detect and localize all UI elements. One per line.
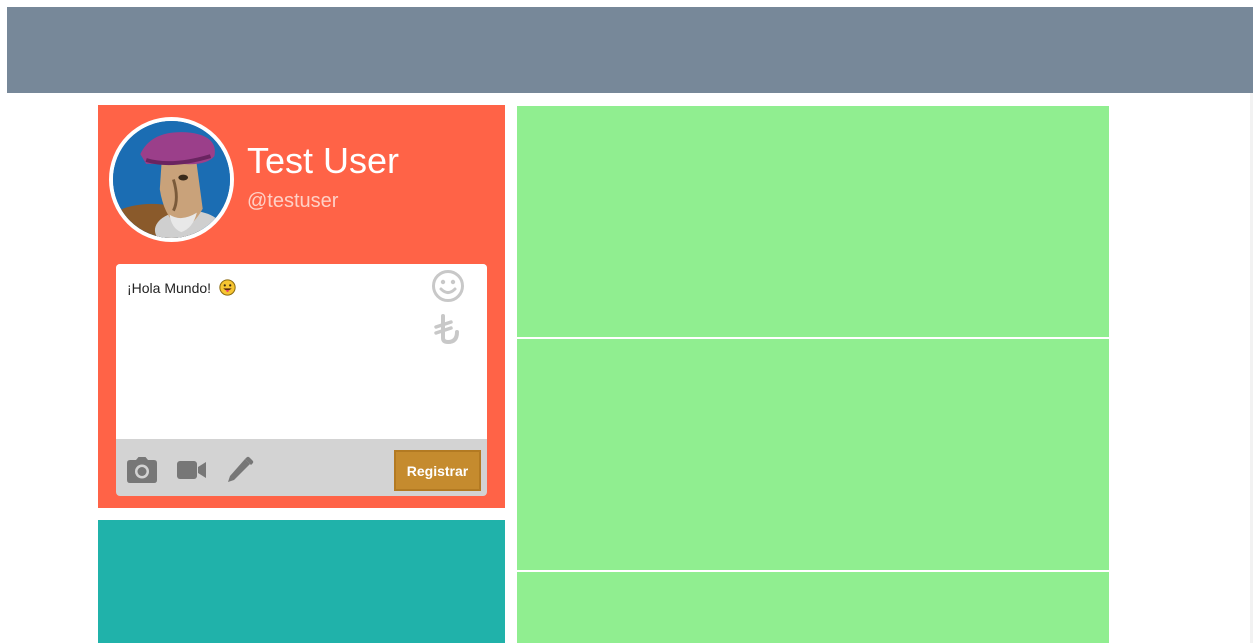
composer-message: ¡Hola Mundo! bbox=[127, 280, 212, 296]
user-avatar[interactable] bbox=[109, 117, 234, 242]
secondary-panel bbox=[98, 520, 505, 643]
video-camera-icon[interactable] bbox=[176, 456, 208, 484]
tongue-out-emoji-icon bbox=[219, 279, 236, 299]
avatar-illustration bbox=[113, 121, 230, 238]
top-header-bar bbox=[7, 7, 1253, 93]
feed-panel bbox=[517, 339, 1109, 570]
user-name: Test User bbox=[247, 140, 400, 181]
feed-panel bbox=[517, 106, 1109, 337]
user-handle[interactable]: @testuser bbox=[247, 189, 338, 213]
submit-post-button[interactable]: Registrar bbox=[394, 450, 481, 491]
composer-text: ¡Hola Mundo! bbox=[127, 279, 236, 299]
pencil-icon[interactable] bbox=[224, 456, 256, 484]
smiley-icon[interactable] bbox=[431, 269, 465, 303]
composer-toolbar: Registrar bbox=[116, 439, 487, 496]
post-composer: ¡Hola Mundo! Registrar bbox=[116, 264, 487, 496]
camera-icon[interactable] bbox=[126, 456, 158, 484]
lira-icon[interactable] bbox=[431, 312, 465, 346]
feed-panel bbox=[517, 572, 1109, 643]
composer-text-area[interactable]: ¡Hola Mundo! bbox=[116, 264, 487, 439]
profile-card: Test User @testuser ¡Hola Mundo! Registr… bbox=[98, 105, 505, 508]
